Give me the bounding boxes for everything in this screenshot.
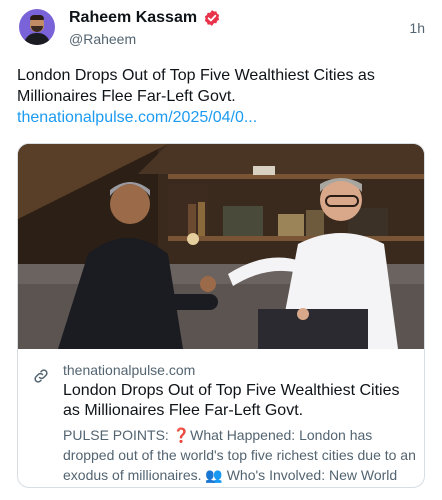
card-title[interactable]: London Drops Out of Top Five Wealthiest … (63, 381, 413, 421)
post-body: London Drops Out of Top Five Wealthiest … (17, 65, 425, 128)
link-icon (34, 369, 48, 383)
avatar[interactable] (19, 9, 55, 45)
verified-badge-icon (204, 10, 220, 26)
card-meta[interactable]: thenationalpulse.com London Drops Out of… (18, 349, 424, 487)
post-timestamp[interactable]: 1h (409, 20, 425, 36)
post-text: London Drops Out of Top Five Wealthiest … (17, 67, 375, 105)
post-link[interactable]: thenationalpulse.com/2025/04/0... (17, 109, 257, 126)
card-description: PULSE POINTS: ❓What Happened: London has… (63, 427, 416, 483)
author-name-row: Raheem Kassam (69, 8, 221, 28)
card-image[interactable] (18, 144, 424, 349)
author-handle[interactable]: @Raheem (69, 31, 136, 47)
card-domain: thenationalpulse.com (63, 362, 196, 378)
post-header: Raheem Kassam @Raheem 1h (0, 0, 442, 56)
link-preview-card[interactable]: thenationalpulse.com London Drops Out of… (17, 143, 425, 488)
author-display-name[interactable]: Raheem Kassam (69, 9, 197, 27)
